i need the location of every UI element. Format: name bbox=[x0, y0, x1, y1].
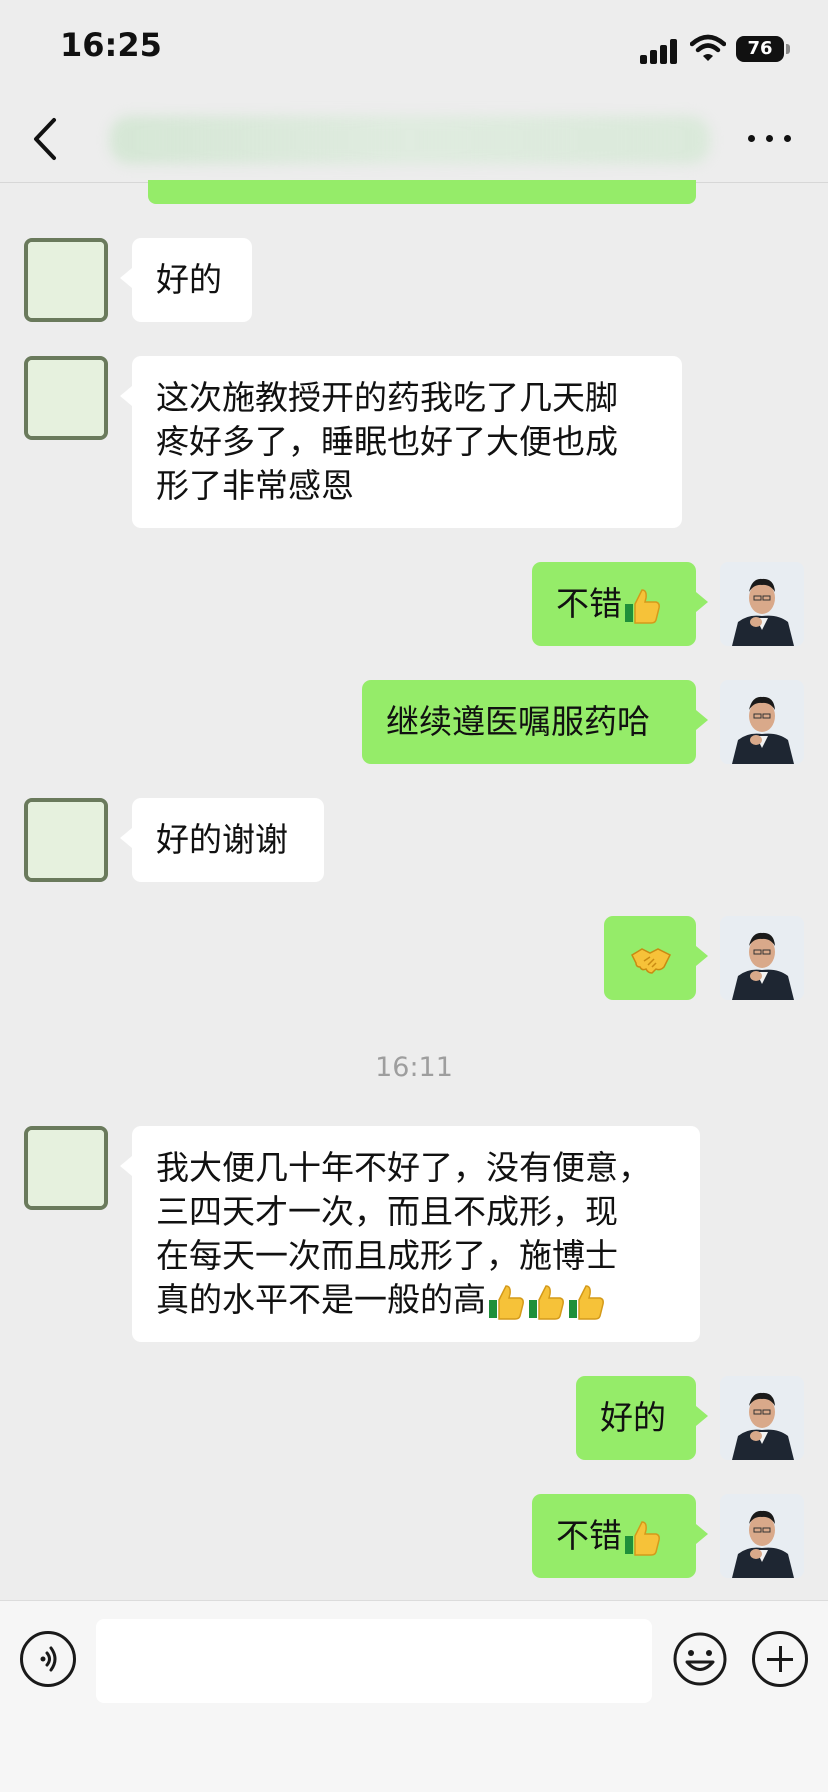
voice-button[interactable] bbox=[20, 1631, 76, 1687]
user-avatar[interactable] bbox=[720, 1376, 804, 1460]
message-bubble-outgoing[interactable]: 继续遵医嘱服药哈 bbox=[362, 680, 708, 764]
message-bubble-incoming[interactable]: 好的 bbox=[120, 238, 252, 322]
avatar-portrait bbox=[720, 1494, 804, 1578]
message-text: 好的 bbox=[600, 1398, 666, 1437]
message-line: 这次施教授开的药我吃了几天脚 bbox=[156, 378, 618, 417]
handshake-icon bbox=[631, 947, 672, 974]
contact-avatar[interactable] bbox=[24, 1126, 108, 1210]
message-line: 我大便几十年不好了，没有便意， bbox=[156, 1148, 651, 1187]
thumbs-up-icon bbox=[569, 1284, 604, 1320]
contact-avatar[interactable] bbox=[24, 356, 108, 440]
message-bubble-outgoing[interactable]: 不错 bbox=[532, 562, 708, 646]
status-icons: 76 bbox=[640, 34, 792, 64]
message-text: 好的 bbox=[156, 260, 222, 299]
message-text: 继续遵医嘱服药哈 bbox=[386, 702, 650, 741]
battery-icon: 76 bbox=[736, 36, 784, 62]
more-functions-button[interactable] bbox=[752, 1631, 808, 1687]
contact-avatar[interactable] bbox=[24, 798, 108, 882]
voice-icon bbox=[40, 1646, 57, 1672]
wifi-icon bbox=[690, 34, 726, 61]
message-bubble-incoming[interactable]: 这次施教授开的药我吃了几天脚 疼好多了，睡眠也好了大便也成 形了非常感恩 bbox=[120, 356, 682, 528]
message-bubble-incoming[interactable]: 我大便几十年不好了，没有便意， 三四天才一次，而且不成形，现 在每天一次而且成形… bbox=[120, 1126, 700, 1342]
avatar-portrait bbox=[720, 916, 804, 1000]
message-timestamp: 16:11 bbox=[375, 1052, 453, 1083]
partial-message-bubble bbox=[148, 180, 696, 204]
avatar-portrait bbox=[720, 680, 804, 764]
message-text: 不错 bbox=[556, 584, 622, 623]
user-avatar[interactable] bbox=[720, 1494, 804, 1578]
message-line-text: 真的水平不是一般的高 bbox=[156, 1280, 486, 1319]
back-icon[interactable] bbox=[28, 116, 64, 162]
signal-icon bbox=[640, 38, 680, 64]
message-bubble-outgoing[interactable]: 好的 bbox=[576, 1376, 708, 1460]
message-input[interactable] bbox=[96, 1619, 652, 1703]
user-avatar[interactable] bbox=[720, 562, 804, 646]
thumbs-up-icon bbox=[625, 1520, 660, 1556]
thumbs-up-icon bbox=[529, 1284, 564, 1320]
more-icon[interactable] bbox=[748, 126, 792, 150]
input-bar bbox=[0, 1600, 828, 1792]
message-text: 不错 bbox=[556, 1516, 622, 1555]
nav-bar bbox=[0, 96, 828, 183]
avatar-portrait bbox=[720, 562, 804, 646]
message-line: 疼好多了，睡眠也好了大便也成 bbox=[156, 422, 618, 461]
message-bubble-incoming[interactable]: 好的谢谢 bbox=[120, 798, 324, 882]
message-line: 三四天才一次，而且不成形，现 bbox=[156, 1192, 618, 1231]
message-line: 形了非常感恩 bbox=[156, 466, 354, 505]
emoji-button[interactable] bbox=[672, 1631, 728, 1687]
message-bubble-outgoing[interactable]: 不错 bbox=[532, 1494, 708, 1578]
avatar-portrait bbox=[720, 1376, 804, 1460]
user-avatar[interactable] bbox=[720, 680, 804, 764]
thumbs-up-icon bbox=[625, 588, 660, 624]
contact-avatar[interactable] bbox=[24, 238, 108, 322]
battery-tip bbox=[786, 44, 790, 54]
status-bar: 16:25 76 bbox=[0, 0, 828, 96]
message-line: 在每天一次而且成形了，施博士 bbox=[156, 1236, 618, 1275]
message-line: 真的水平不是一般的高 bbox=[156, 1278, 676, 1322]
chat-title-blurred bbox=[110, 116, 710, 164]
thumbs-up-icon bbox=[489, 1284, 524, 1320]
status-time: 16:25 bbox=[60, 26, 162, 64]
message-text: 好的谢谢 bbox=[156, 820, 288, 859]
message-bubble-outgoing[interactable] bbox=[604, 916, 708, 1000]
user-avatar[interactable] bbox=[720, 916, 804, 1000]
chat-screen: 16:25 76 好的 这次施教授开的药我吃了几天脚 疼好多了，睡眠也好了大便也… bbox=[0, 0, 828, 1792]
